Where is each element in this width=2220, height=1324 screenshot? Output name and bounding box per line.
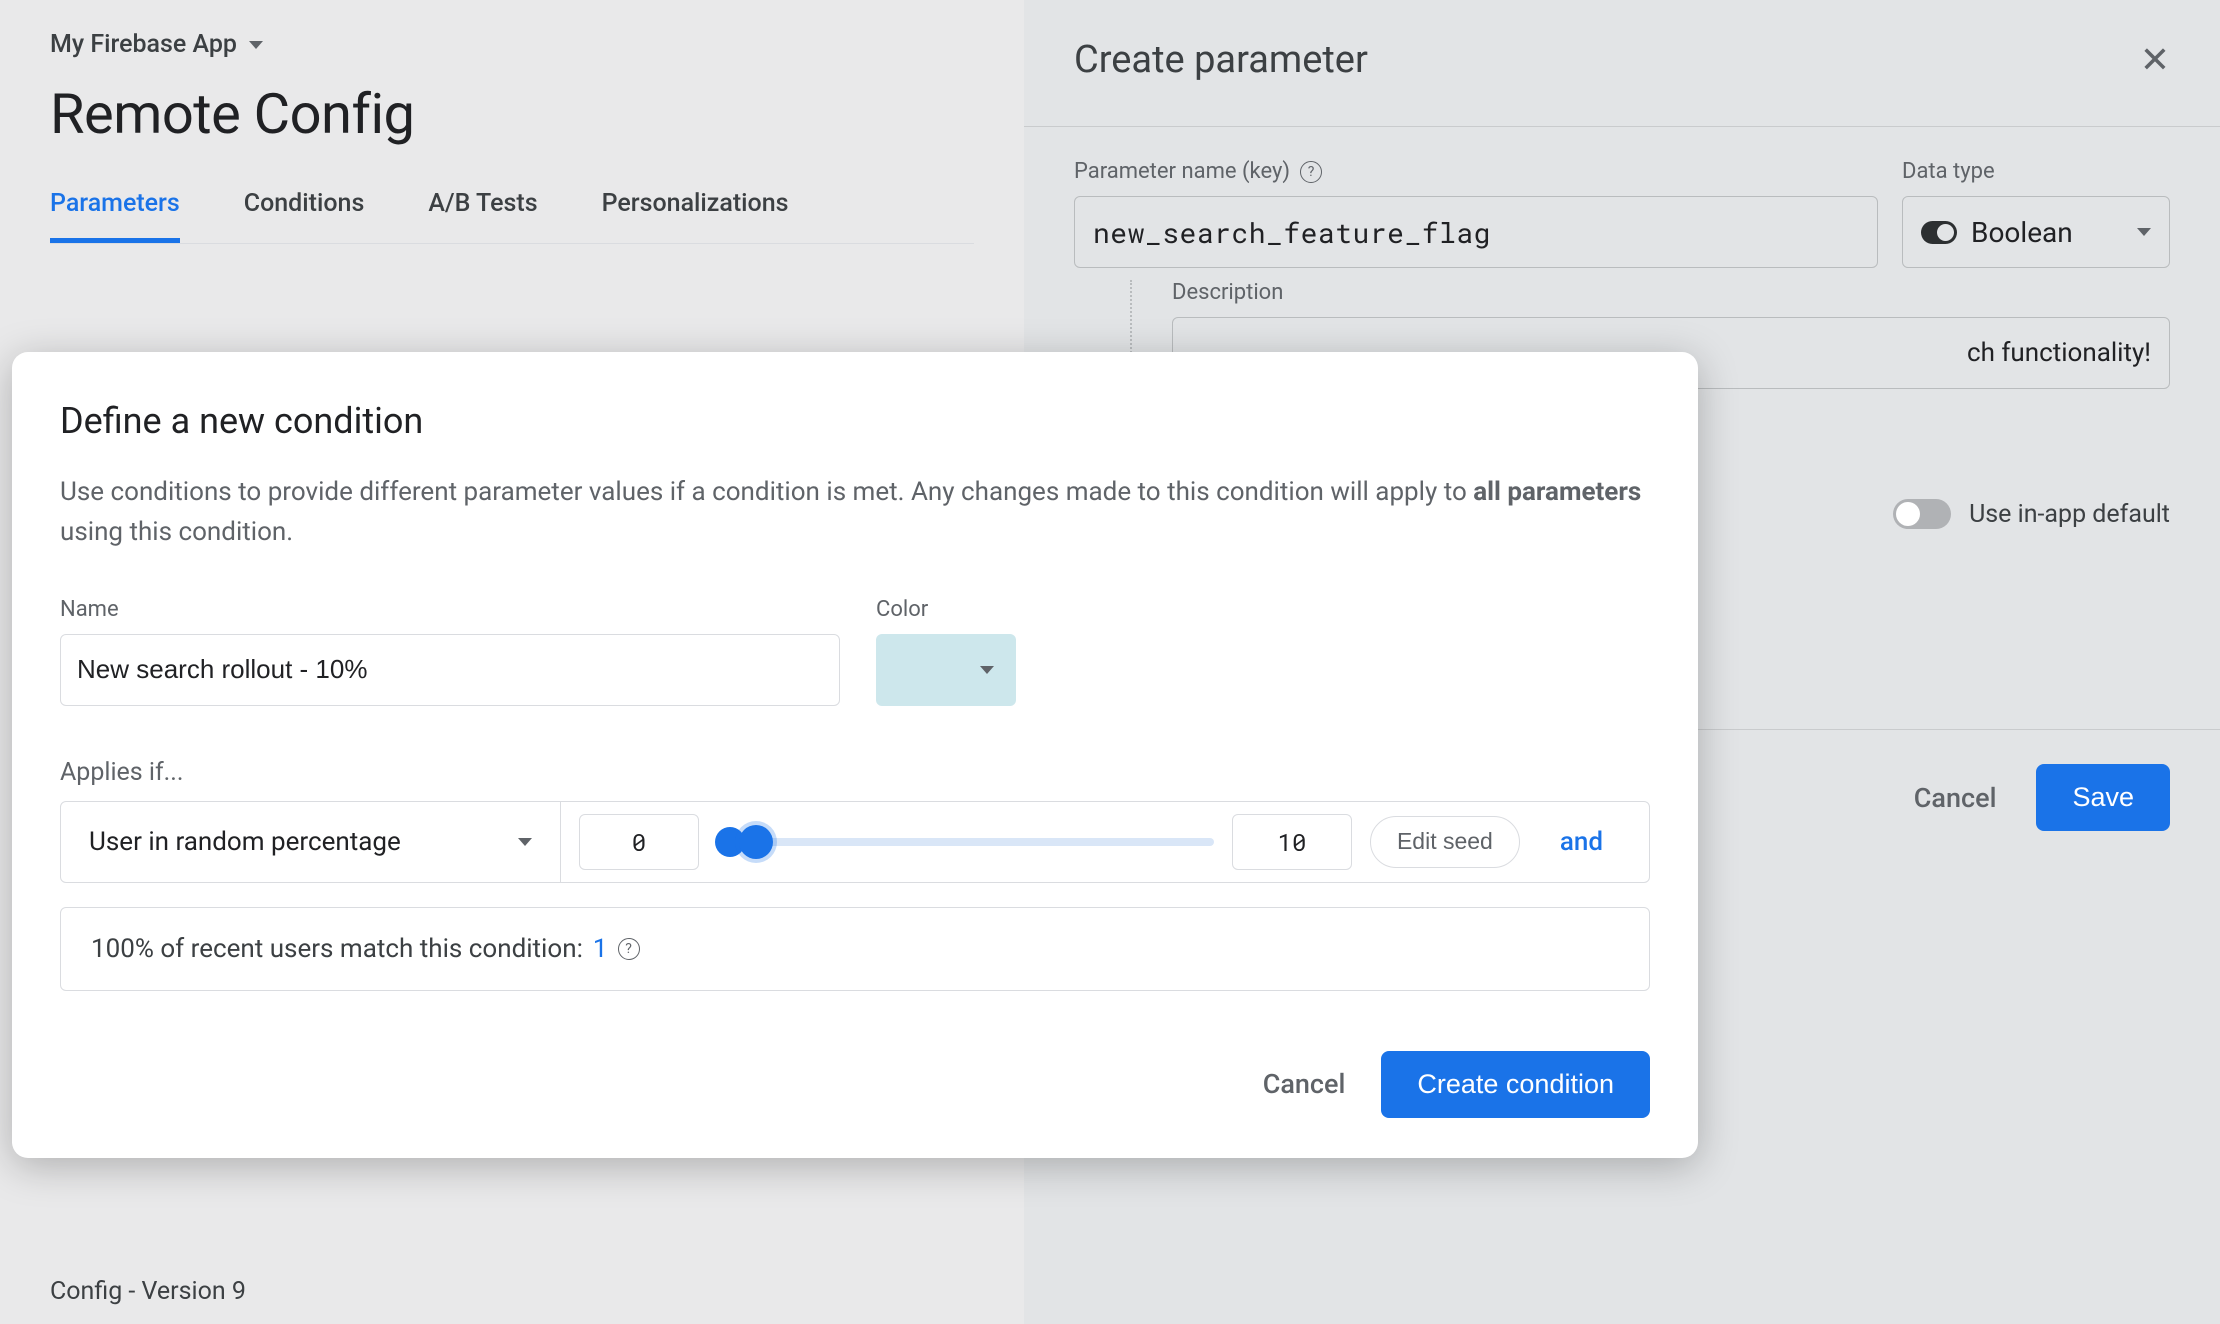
chevron-down-icon [518, 838, 532, 846]
app-name: My Firebase App [50, 30, 237, 59]
color-picker[interactable] [876, 634, 1016, 706]
help-icon[interactable]: ? [1300, 161, 1322, 183]
edit-seed-button[interactable]: Edit seed [1370, 816, 1520, 868]
match-summary: 100% of recent users match this conditio… [60, 907, 1650, 991]
help-icon[interactable]: ? [618, 938, 640, 960]
tab-parameters[interactable]: Parameters [50, 189, 180, 243]
modal-title: Define a new condition [60, 400, 1650, 442]
chevron-down-icon [980, 666, 994, 674]
data-type-select[interactable]: Boolean [1902, 196, 2170, 268]
close-icon[interactable]: ✕ [2140, 39, 2170, 81]
and-operator-button[interactable]: and [1560, 827, 1603, 857]
percentage-slider[interactable] [717, 830, 1214, 854]
use-default-label: Use in-app default [1969, 500, 2170, 529]
range-from-input[interactable] [579, 814, 699, 870]
chevron-down-icon [249, 41, 263, 49]
tab-ab-tests[interactable]: A/B Tests [428, 189, 537, 243]
param-name-label: Parameter name (key) ? [1074, 159, 1878, 184]
modal-description: Use conditions to provide different para… [60, 472, 1650, 553]
condition-type-select[interactable]: User in random percentage [61, 802, 561, 882]
range-to-input[interactable] [1232, 814, 1352, 870]
boolean-icon [1921, 221, 1957, 244]
slider-thumb-max[interactable] [739, 825, 773, 859]
tab-personalizations[interactable]: Personalizations [602, 189, 789, 243]
app-selector-dropdown[interactable]: My Firebase App [50, 30, 974, 59]
save-button[interactable]: Save [2036, 764, 2170, 831]
create-condition-button[interactable]: Create condition [1381, 1051, 1650, 1118]
condition-name-input[interactable] [60, 634, 840, 706]
condition-name-label: Name [60, 597, 840, 622]
param-name-input[interactable]: new_search_feature_flag [1074, 196, 1878, 268]
divider [1024, 126, 2220, 127]
cancel-button[interactable]: Cancel [1914, 782, 1997, 814]
description-label: Description [1172, 280, 2170, 305]
use-default-toggle[interactable] [1893, 499, 1951, 529]
chevron-down-icon [2137, 228, 2151, 236]
color-label: Color [876, 597, 1016, 622]
page-title: Remote Config [50, 81, 974, 147]
data-type-label: Data type [1902, 159, 2170, 184]
applies-if-label: Applies if... [60, 758, 1650, 787]
modal-cancel-button[interactable]: Cancel [1263, 1068, 1346, 1100]
tab-conditions[interactable]: Conditions [244, 189, 365, 243]
match-count: 1 [593, 934, 608, 964]
define-condition-modal: Define a new condition Use conditions to… [12, 352, 1698, 1158]
panel-title: Create parameter [1074, 38, 1368, 82]
config-version-label: Config - Version 9 [50, 1277, 246, 1306]
tab-bar: Parameters Conditions A/B Tests Personal… [50, 189, 974, 244]
condition-rule-row: User in random percentage Edit seed and [60, 801, 1650, 883]
